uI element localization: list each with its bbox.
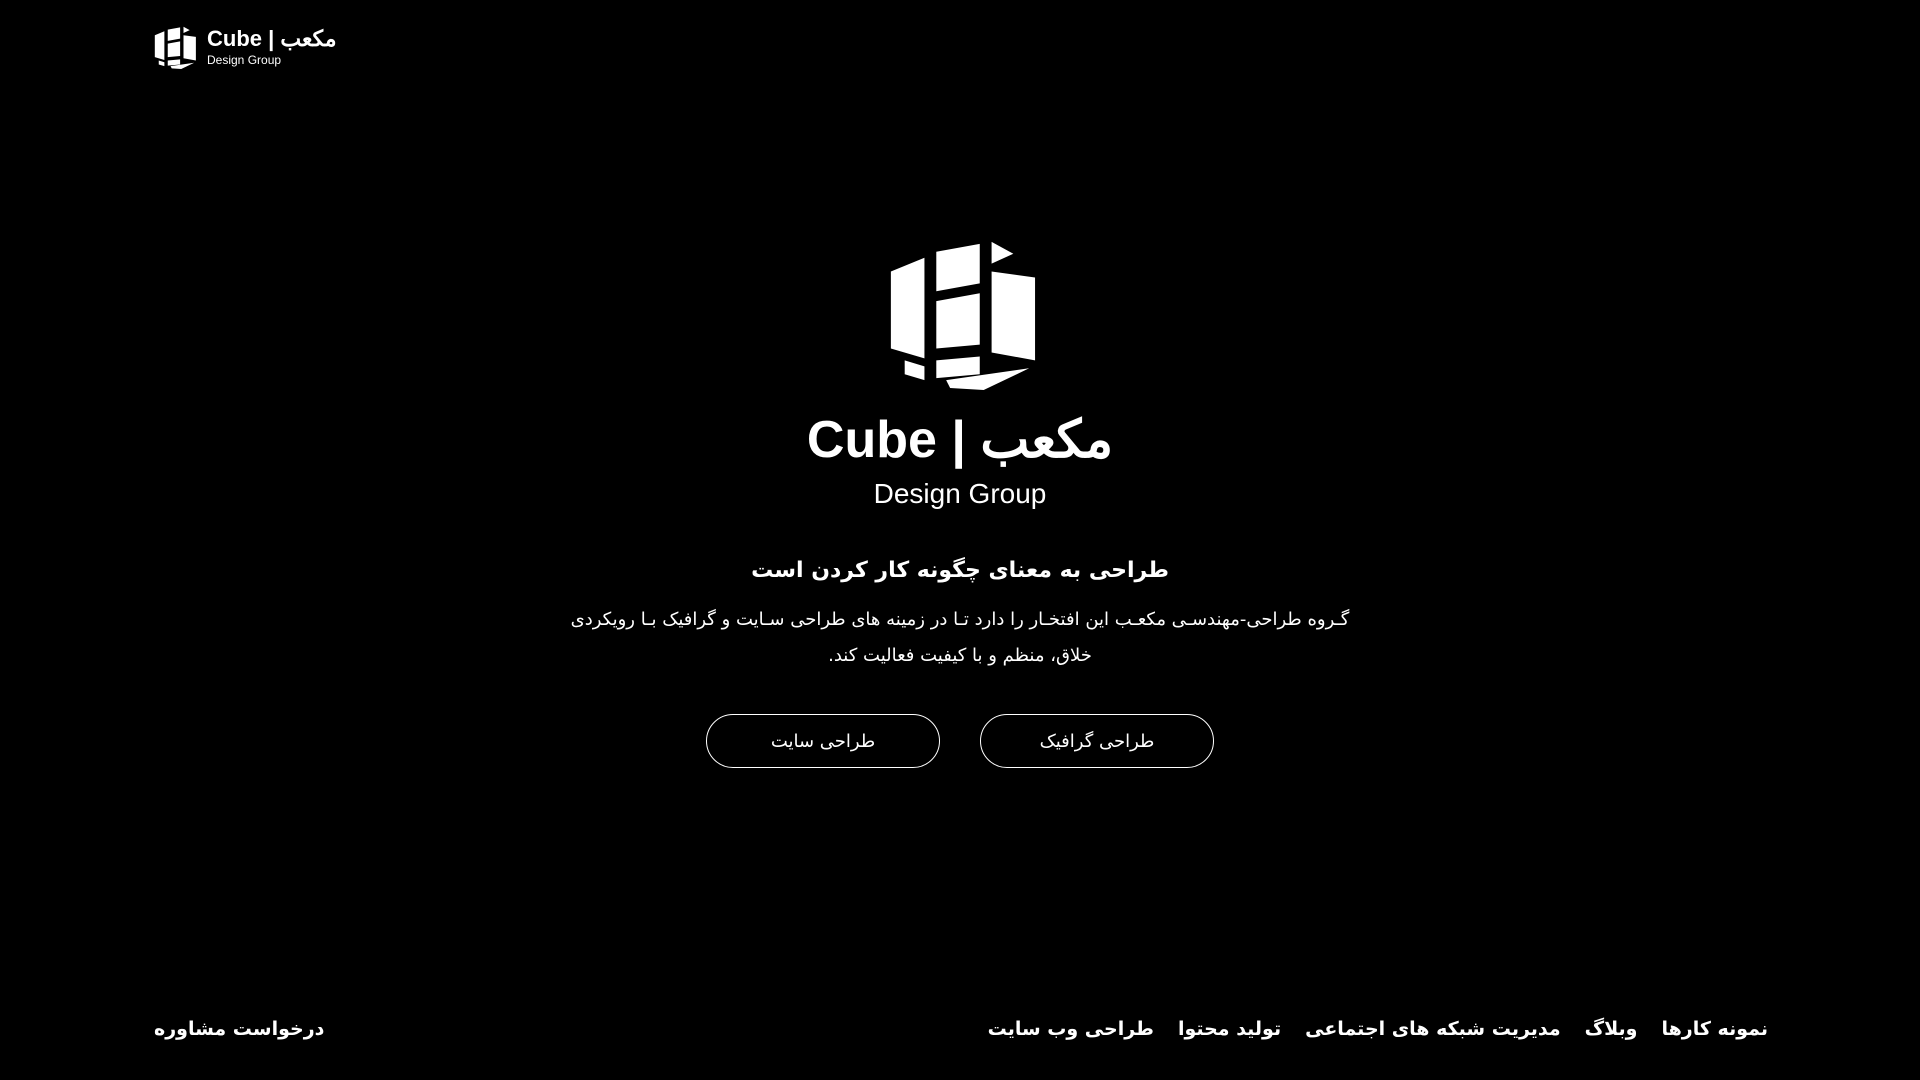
graphic-design-button[interactable]: طراحی گرافیک	[980, 714, 1214, 769]
hero-brand: Cube | مکعب	[806, 411, 1114, 469]
footer-link-web-design[interactable]: طراحی وب سایت	[988, 1018, 1154, 1040]
page: Cube | مکعب Design Group Cube | مکعب Des…	[0, 0, 1920, 1080]
footer-link-portfolio[interactable]: نمونه کارها	[1662, 1018, 1769, 1040]
cube-logo-icon	[152, 24, 197, 70]
cube-hero-icon	[881, 234, 1039, 392]
consultation-request-link[interactable]: درخواست مشاوره	[154, 1018, 324, 1040]
header-wordmark: Cube | مکعب Design Group	[207, 26, 337, 67]
footer-nav: طراحی وب سایت تولید محتوا مدیریت شبکه ها…	[988, 1018, 1768, 1040]
hero-section: Cube | مکعب Design Group طراحی به معنای …	[0, 234, 1920, 769]
footer-link-social-media[interactable]: مدیریت شبکه های اجتماعی	[1305, 1018, 1561, 1040]
header-tagline: Design Group	[207, 53, 282, 67]
hero-description: گـروه طراحی-مهندسـی مکعـب این افتخـار را…	[570, 609, 1350, 667]
hero-buttons: طراحی سایت طراحی گرافیک	[706, 714, 1214, 769]
site-design-button[interactable]: طراحی سایت	[706, 714, 940, 769]
header-brand: Cube | مکعب	[207, 26, 337, 51]
footer-link-blog[interactable]: وبلاگ	[1585, 1018, 1638, 1040]
footer-link-content-production[interactable]: تولید محتوا	[1178, 1018, 1281, 1040]
hero-headline: طراحی به معنای چگونه کار کردن است	[751, 558, 1169, 583]
header-logo[interactable]: Cube | مکعب Design Group	[152, 24, 337, 70]
hero-tagline: Design Group	[873, 478, 1047, 509]
